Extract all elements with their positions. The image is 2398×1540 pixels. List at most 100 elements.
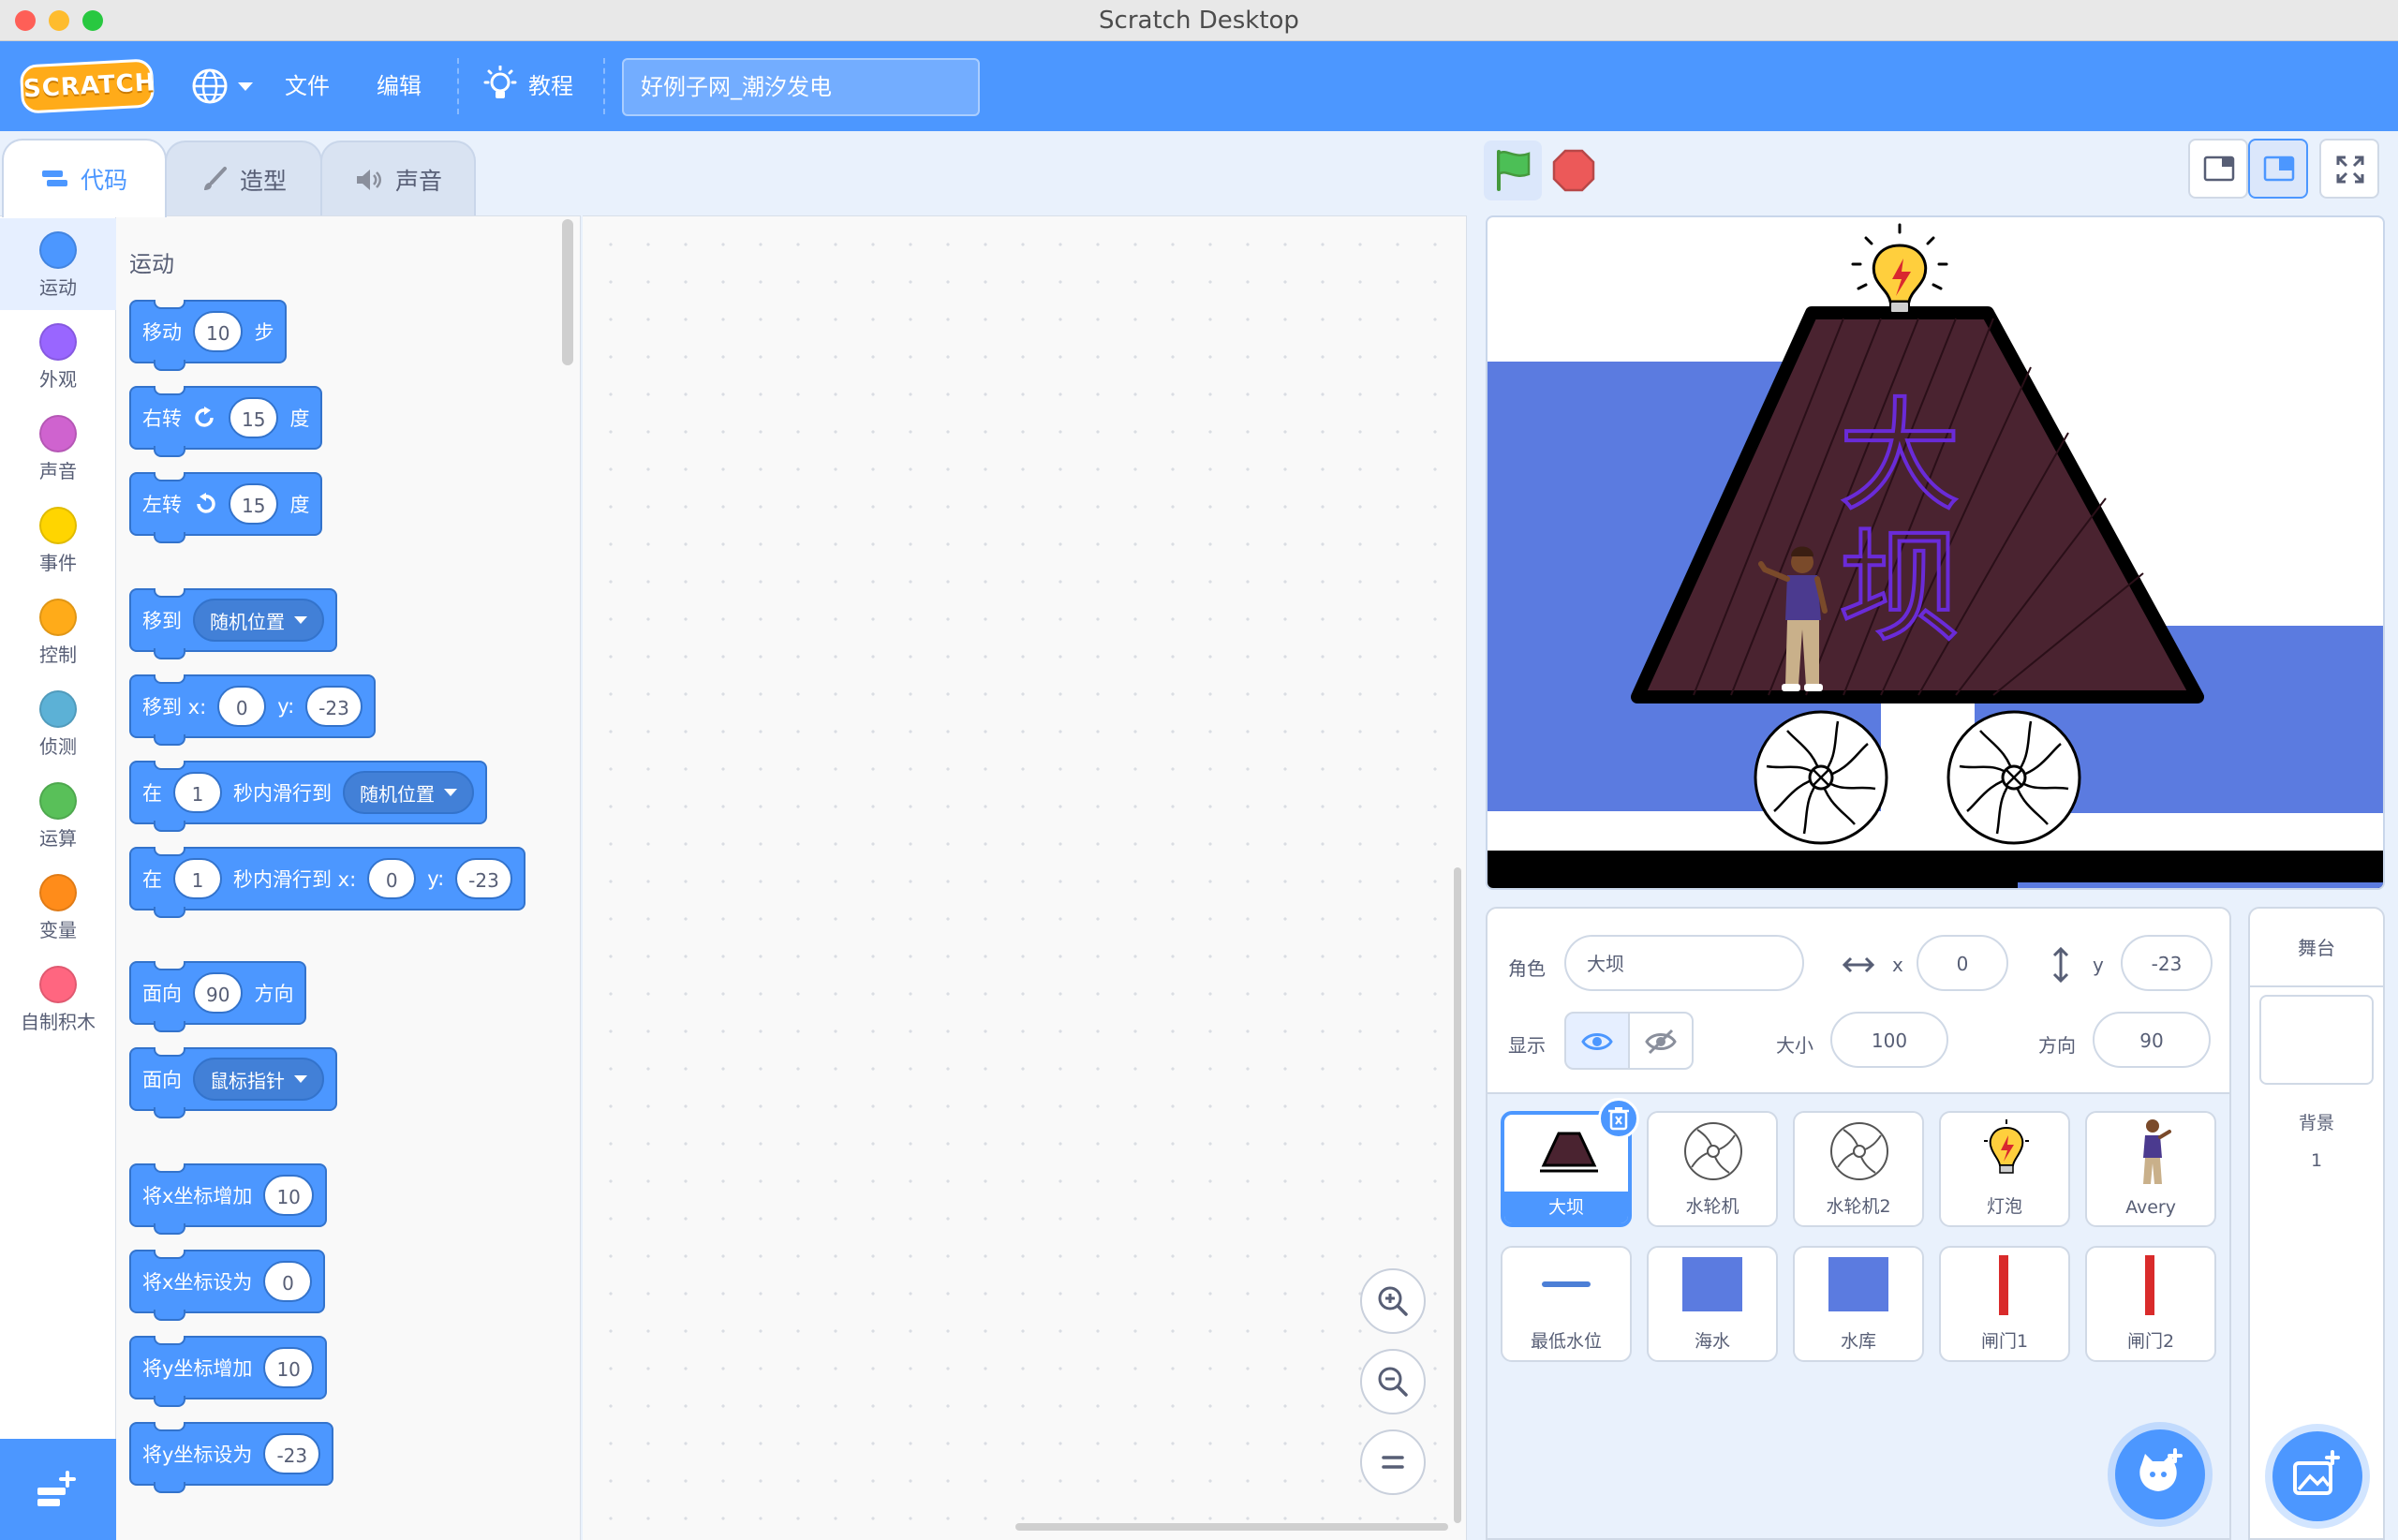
category-variables[interactable]: 变量 — [0, 861, 116, 953]
tab-code[interactable]: 代码 — [2, 139, 167, 217]
normal-stage-icon — [2263, 155, 2295, 182]
block-input[interactable]: 90 — [193, 972, 244, 1014]
block-input[interactable]: 0 — [263, 1261, 313, 1302]
block-text: 左转 — [142, 494, 182, 516]
add-extension-button[interactable] — [0, 1439, 116, 1540]
sprite-name-label: 角色 — [1508, 957, 1546, 980]
project-title-text: 好例子网_潮汐发电 — [641, 74, 832, 100]
sprite-tile-avery[interactable]: Avery — [2085, 1111, 2216, 1227]
x-position-input[interactable]: 0 — [1917, 935, 2008, 991]
sprite-name-input[interactable]: 大坝 — [1564, 935, 1804, 991]
category-motion[interactable]: 运动 — [0, 218, 116, 310]
category-dot — [39, 782, 77, 820]
direction-input[interactable]: 90 — [2093, 1012, 2211, 1068]
tutorials-button[interactable]: 教程 — [481, 41, 585, 131]
block-move-steps[interactable]: 移动 10 步 — [129, 300, 288, 371]
water-level-strip — [2018, 882, 2383, 888]
block-input-y[interactable]: -23 — [455, 858, 512, 899]
sprite-tile-label: 灯泡 — [1986, 1196, 2022, 1217]
block-input[interactable]: 1 — [173, 772, 222, 813]
green-flag-button[interactable] — [1484, 141, 1542, 200]
block-set-y[interactable]: 将y坐标设为 -23 — [129, 1422, 334, 1493]
block-turn-right[interactable]: 右转 15 度 — [129, 386, 323, 457]
stop-button[interactable] — [1549, 146, 1598, 195]
category-events[interactable]: 事件 — [0, 494, 116, 585]
block-glide-xy[interactable]: 在 1 秒内滑行到 x: 0 y: -23 — [129, 847, 525, 918]
palette-scrollbar[interactable] — [562, 219, 573, 365]
block-point-direction[interactable]: 面向 90 方向 — [129, 961, 307, 1032]
block-change-y[interactable]: 将y坐标增加 10 — [129, 1336, 327, 1407]
scratch-logo[interactable]: SCRATCH — [19, 58, 156, 114]
show-sprite-button[interactable] — [1564, 1012, 1630, 1070]
y-position-input[interactable]: -23 — [2121, 935, 2213, 991]
sprite-tile-turbine[interactable]: 水轮机 — [1647, 1111, 1778, 1227]
project-title-input[interactable]: 好例子网_潮汐发电 — [622, 58, 980, 116]
block-input-x[interactable]: 0 — [217, 686, 267, 727]
block-change-x[interactable]: 将x坐标增加 10 — [129, 1163, 327, 1235]
block-set-x[interactable]: 将x坐标设为 0 — [129, 1250, 326, 1321]
block-goto[interactable]: 移到 随机位置 — [129, 588, 337, 659]
edit-menu[interactable]: 编辑 — [377, 41, 422, 131]
block-text: 移到 x: — [142, 696, 207, 718]
file-menu[interactable]: 文件 — [285, 41, 330, 131]
choose-backdrop-button[interactable] — [2272, 1431, 2362, 1521]
zoom-out-button[interactable] — [1360, 1349, 1426, 1414]
sprite-tile-gate-1[interactable]: 闸门1 — [1939, 1246, 2070, 1362]
small-stage-button[interactable] — [2188, 139, 2248, 199]
block-text: 将y坐标设为 — [142, 1444, 253, 1466]
block-input[interactable]: 10 — [263, 1175, 314, 1216]
gate-thumbnail — [1999, 1255, 2008, 1315]
zoom-in-button[interactable] — [1360, 1268, 1426, 1334]
block-dropdown[interactable]: 随机位置 — [193, 599, 324, 642]
category-looks[interactable]: 外观 — [0, 310, 116, 402]
size-input[interactable]: 100 — [1830, 1012, 1948, 1068]
globe-icon — [192, 68, 228, 104]
block-input-y[interactable]: -23 — [305, 686, 363, 727]
tab-costumes[interactable]: 造型 — [165, 141, 322, 217]
workspace-vertical-scrollbar[interactable] — [1454, 867, 1461, 1523]
block-glide-to[interactable]: 在 1 秒内滑行到 随机位置 — [129, 761, 487, 832]
block-dropdown[interactable]: 随机位置 — [343, 771, 474, 814]
sprite-tile-sea-water[interactable]: 海水 — [1647, 1246, 1778, 1362]
block-goto-xy[interactable]: 移到 x: 0 y: -23 — [129, 674, 376, 746]
block-turn-left[interactable]: 左转 15 度 — [129, 472, 323, 543]
hide-sprite-button[interactable] — [1628, 1012, 1694, 1070]
fullscreen-button[interactable] — [2319, 139, 2379, 199]
category-sound[interactable]: 声音 — [0, 402, 116, 494]
zoom-reset-button[interactable] — [1360, 1429, 1426, 1495]
choose-sprite-button[interactable] — [2115, 1429, 2205, 1519]
stage-target-panel[interactable]: 舞台 背景 1 — [2248, 907, 2385, 1540]
category-operators[interactable]: 运算 — [0, 769, 116, 861]
block-input[interactable]: -23 — [263, 1433, 321, 1474]
chevron-down-icon — [238, 82, 253, 91]
language-menu[interactable] — [189, 66, 255, 107]
tab-label: 造型 — [239, 168, 287, 195]
block-input[interactable]: 10 — [193, 311, 244, 352]
backdrop-thumbnail[interactable] — [2259, 995, 2374, 1085]
category-control[interactable]: 控制 — [0, 585, 116, 677]
chevron-down-icon — [294, 1075, 307, 1083]
normal-stage-button[interactable] — [2248, 139, 2308, 199]
block-input[interactable]: 15 — [229, 483, 279, 525]
tab-sounds[interactable]: 声音 — [320, 141, 476, 217]
block-input[interactable]: 15 — [229, 397, 279, 438]
workspace-horizontal-scrollbar[interactable] — [1015, 1523, 1448, 1531]
delete-sprite-button[interactable] — [1598, 1098, 1639, 1139]
category-sensing[interactable]: 侦测 — [0, 677, 116, 769]
stage-canvas[interactable]: 大 坝 — [1486, 215, 2385, 890]
sprite-tile-turbine-2[interactable]: 水轮机2 — [1793, 1111, 1924, 1227]
category-my-blocks[interactable]: 自制积木 — [0, 953, 116, 1044]
block-input[interactable]: 10 — [263, 1347, 314, 1388]
tab-label: 代码 — [80, 167, 127, 194]
block-input-x[interactable]: 0 — [367, 858, 417, 899]
sprite-tile-gate-2[interactable]: 闸门2 — [2085, 1246, 2216, 1362]
sprite-tile-lightbulb[interactable]: 灯泡 — [1939, 1111, 2070, 1227]
block-text: y: — [277, 695, 295, 718]
block-dropdown[interactable]: 鼠标指针 — [193, 1058, 324, 1101]
sprite-tile-reservoir[interactable]: 水库 — [1793, 1246, 1924, 1362]
script-workspace[interactable] — [583, 215, 1467, 1540]
block-text: 方向 — [254, 983, 294, 1005]
sprite-tile-min-water-level[interactable]: 最低水位 — [1501, 1246, 1632, 1362]
block-input[interactable]: 1 — [173, 858, 222, 899]
block-point-towards[interactable]: 面向 鼠标指针 — [129, 1047, 337, 1118]
